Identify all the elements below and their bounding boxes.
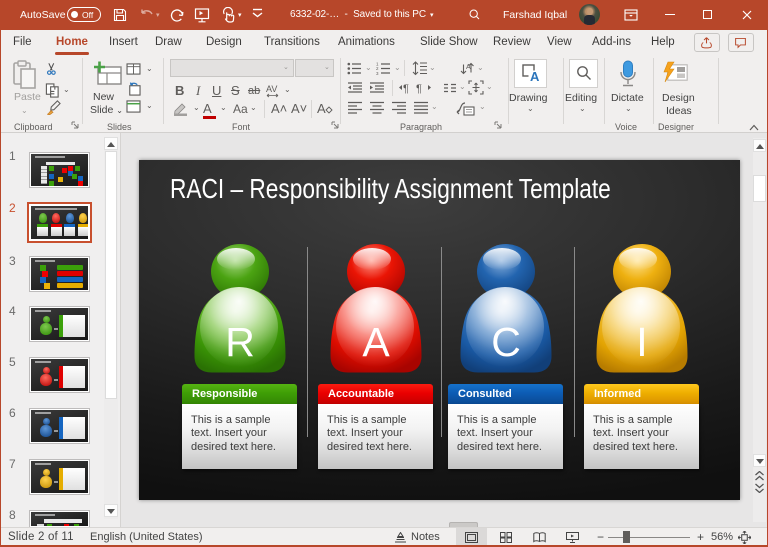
svg-text:¶: ¶ (403, 83, 409, 94)
svg-text:AV: AV (266, 84, 277, 94)
svg-text:A: A (317, 101, 326, 116)
svg-text:3: 3 (376, 71, 379, 75)
svg-text:¶: ¶ (416, 83, 422, 94)
svg-text:A: A (466, 64, 471, 71)
svg-text:A: A (530, 69, 540, 82)
